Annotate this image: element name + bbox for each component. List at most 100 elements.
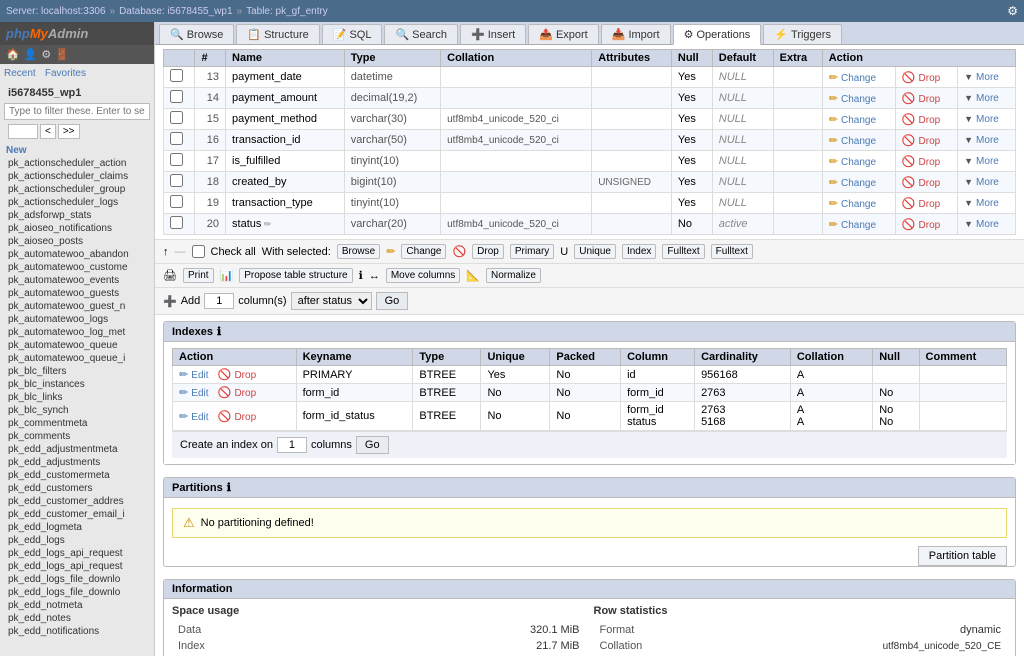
change-column-link[interactable]: Change xyxy=(841,220,876,231)
sidebar-item-edd-customer-address[interactable]: pk_edd_customer_addres xyxy=(0,495,154,508)
sidebar-item-edd-customermeta[interactable]: pk_edd_customermeta xyxy=(0,469,154,482)
row-checkbox[interactable] xyxy=(170,111,183,124)
drop-column-link[interactable]: Drop xyxy=(919,73,941,84)
sidebar-item-automatewoo-queue-it[interactable]: pk_automatewoo_queue_i xyxy=(0,352,154,365)
sidebar-db-name[interactable]: i5678455_wp1 xyxy=(4,85,150,101)
row-checkbox[interactable] xyxy=(170,174,183,187)
sidebar-item-edd-notmeta[interactable]: pk_edd_notmeta xyxy=(0,599,154,612)
sidebar-item-commentmeta[interactable]: pk_commentmeta xyxy=(0,417,154,430)
tab-browse[interactable]: 🔍 Browse xyxy=(159,24,234,44)
tab-search[interactable]: 🔍 Search xyxy=(384,24,458,44)
sidebar-item-edd-logs-api-1[interactable]: pk_edd_logs_api_request xyxy=(0,547,154,560)
sidebar-item-automatewoo-log-met[interactable]: pk_automatewoo_log_met xyxy=(0,326,154,339)
row-checkbox[interactable] xyxy=(170,132,183,145)
sidebar-item-comments[interactable]: pk_comments xyxy=(0,430,154,443)
drop-formid-icon[interactable]: 🚫 xyxy=(218,387,232,399)
check-all-checkbox[interactable] xyxy=(192,245,205,258)
sidebar-item-actionscheduler-action[interactable]: pk_actionscheduler_action xyxy=(0,157,154,170)
tab-export[interactable]: 📤 Export xyxy=(528,24,599,44)
sidebar-item-automatewoo-logs[interactable]: pk_automatewoo_logs xyxy=(0,313,154,326)
more-column-link[interactable]: More xyxy=(976,198,999,209)
fulltext-button[interactable]: Fulltext xyxy=(662,244,704,259)
sidebar-item-aioseo-posts[interactable]: pk_aioseo_posts xyxy=(0,235,154,248)
drop-primary-link[interactable]: Drop xyxy=(234,370,256,381)
sidebar-item-edd-logs-api-2[interactable]: pk_edd_logs_api_request xyxy=(0,560,154,573)
prev-page-button[interactable]: < xyxy=(40,124,56,139)
drop-index-icon[interactable]: 🚫 xyxy=(218,369,232,381)
move-columns-button[interactable]: Move columns xyxy=(386,268,460,283)
edit-index-icon[interactable]: ✏ xyxy=(179,369,188,381)
change-column-link[interactable]: Change xyxy=(841,94,876,105)
sidebar-item-edd-logmeta[interactable]: pk_edd_logmeta xyxy=(0,521,154,534)
exit-icon[interactable]: 🚪 xyxy=(55,48,69,61)
more-column-link[interactable]: More xyxy=(976,135,999,146)
edit-formid-icon[interactable]: ✏ xyxy=(179,387,188,399)
sidebar-item-edd-notes[interactable]: pk_edd_notes xyxy=(0,612,154,625)
drop-formid-link[interactable]: Drop xyxy=(234,388,256,399)
row-checkbox[interactable] xyxy=(170,153,183,166)
sidebar-item-edd-adjustments[interactable]: pk_edd_adjustments xyxy=(0,456,154,469)
row-checkbox[interactable] xyxy=(170,195,183,208)
propose-structure-button[interactable]: Propose table structure xyxy=(239,268,352,283)
change-selected-button[interactable]: Change xyxy=(401,244,446,259)
sidebar-item-automatewoo-queue[interactable]: pk_automatewoo_queue xyxy=(0,339,154,352)
sidebar-item-blc-instances[interactable]: pk_blc_instances xyxy=(0,378,154,391)
sidebar-item-aioseo-notifications[interactable]: pk_aioseo_notifications xyxy=(0,222,154,235)
tab-structure[interactable]: 📋 Structure xyxy=(236,24,319,44)
sidebar-item-edd-customer-email[interactable]: pk_edd_customer_email_i xyxy=(0,508,154,521)
sidebar-new-item[interactable]: New xyxy=(0,144,154,157)
edit-formid-link[interactable]: Edit xyxy=(191,388,208,399)
sidebar-item-edd-customers[interactable]: pk_edd_customers xyxy=(0,482,154,495)
sidebar-item-automatewoo-guest-n[interactable]: pk_automatewoo_guest_n xyxy=(0,300,154,313)
sidebar-item-edd-logs-file-1[interactable]: pk_edd_logs_file_downlo xyxy=(0,573,154,586)
sidebar-item-automatewoo-guests[interactable]: pk_automatewoo_guests xyxy=(0,287,154,300)
unique-button[interactable]: Unique xyxy=(574,244,616,259)
page-number-input[interactable]: 1 xyxy=(8,124,38,139)
drop-formidstatus-link[interactable]: Drop xyxy=(234,412,256,423)
tab-import[interactable]: 📥 Import xyxy=(601,24,671,44)
next-page-button[interactable]: >> xyxy=(58,124,80,139)
sidebar-item-edd-logs[interactable]: pk_edd_logs xyxy=(0,534,154,547)
index-button[interactable]: Index xyxy=(622,244,656,259)
edit-primary-link[interactable]: Edit xyxy=(191,370,208,381)
add-columns-input[interactable] xyxy=(204,293,234,309)
sidebar-item-automatewoo-events[interactable]: pk_automatewoo_events xyxy=(0,274,154,287)
create-index-columns-input[interactable] xyxy=(277,437,307,453)
sidebar-item-automatewoo-abandon[interactable]: pk_automatewoo_abandon xyxy=(0,248,154,261)
change-column-link[interactable]: Change xyxy=(841,136,876,147)
change-column-link[interactable]: Change xyxy=(841,199,876,210)
edit-formidstatus-link[interactable]: Edit xyxy=(191,412,208,423)
favorites-label[interactable]: Favorites xyxy=(45,68,86,79)
more-column-link[interactable]: More xyxy=(976,156,999,167)
partition-table-button[interactable]: Partition table xyxy=(918,546,1007,566)
tab-sql[interactable]: 📝 SQL xyxy=(322,24,383,44)
print-button[interactable]: Print xyxy=(183,268,214,283)
drop-formidstatus-icon[interactable]: 🚫 xyxy=(218,411,232,423)
sidebar-search-input[interactable] xyxy=(4,103,150,120)
fulltext2-button[interactable]: Fulltext xyxy=(711,244,753,259)
drop-column-link[interactable]: Drop xyxy=(919,178,941,189)
user-icon[interactable]: 👤 xyxy=(24,48,38,61)
drop-column-link[interactable]: Drop xyxy=(919,199,941,210)
browse-selected-button[interactable]: Browse xyxy=(337,244,380,259)
add-go-button[interactable]: Go xyxy=(376,292,409,310)
drop-column-link[interactable]: Drop xyxy=(919,157,941,168)
row-checkbox[interactable] xyxy=(170,69,183,82)
table-link[interactable]: Table: pk_gf_entry xyxy=(246,6,328,17)
sidebar-item-blc-links[interactable]: pk_blc_links xyxy=(0,391,154,404)
row-checkbox[interactable] xyxy=(170,216,183,229)
row-checkbox[interactable] xyxy=(170,90,183,103)
recent-label[interactable]: Recent xyxy=(4,68,36,79)
tab-operations[interactable]: ⚙ Operations xyxy=(673,24,762,45)
gear-icon[interactable]: ⚙ xyxy=(1007,4,1018,18)
edit-formidstatus-icon[interactable]: ✏ xyxy=(179,411,188,423)
settings-icon[interactable]: ⚙ xyxy=(41,48,51,61)
sidebar-item-actionscheduler-logs[interactable]: pk_actionscheduler_logs xyxy=(0,196,154,209)
sidebar-item-edd-adjustmentmeta[interactable]: pk_edd_adjustmentmeta xyxy=(0,443,154,456)
drop-column-link[interactable]: Drop xyxy=(919,220,941,231)
change-column-link[interactable]: Change xyxy=(841,73,876,84)
sidebar-item-actionscheduler-claims[interactable]: pk_actionscheduler_claims xyxy=(0,170,154,183)
normalize-button[interactable]: Normalize xyxy=(486,268,541,283)
sidebar-item-blc-filters[interactable]: pk_blc_filters xyxy=(0,365,154,378)
change-column-link[interactable]: Change xyxy=(841,115,876,126)
